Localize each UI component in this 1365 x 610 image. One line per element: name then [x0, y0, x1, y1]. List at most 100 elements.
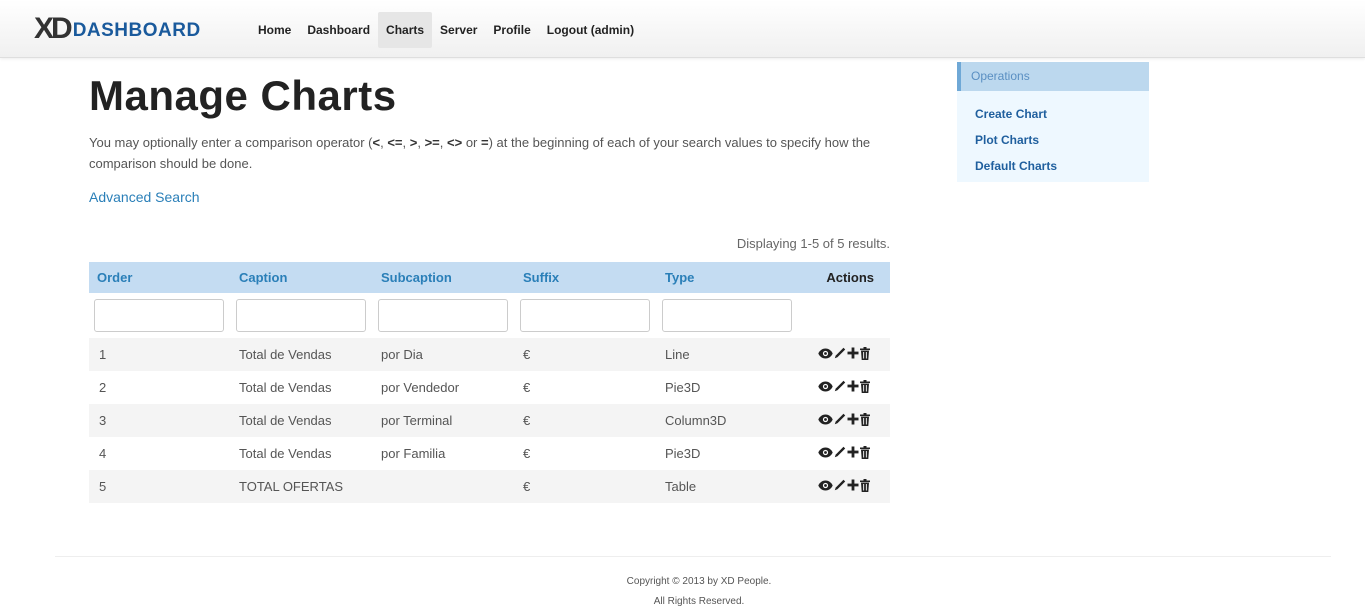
- nav-dashboard[interactable]: Dashboard: [299, 12, 378, 48]
- nav-profile[interactable]: Profile: [485, 12, 538, 48]
- cell-type: Pie3D: [657, 371, 799, 404]
- cell-type: Table: [657, 470, 799, 503]
- cell-caption: Total de Vendas: [231, 338, 373, 371]
- filter-row: [89, 293, 890, 338]
- pencil-icon[interactable]: [834, 413, 846, 428]
- cell-type: Column3D: [657, 404, 799, 437]
- trash-icon[interactable]: [860, 412, 870, 429]
- cell-caption: TOTAL OFERTAS: [231, 470, 373, 503]
- table-row: 1 Total de Vendas por Dia € Line: [89, 338, 890, 371]
- create-chart-link[interactable]: Create Chart: [975, 101, 1149, 127]
- plus-icon[interactable]: [847, 479, 859, 494]
- eye-icon[interactable]: [818, 446, 833, 461]
- page-title: Manage Charts: [89, 72, 397, 119]
- xd-logo-mark: XD: [34, 12, 73, 45]
- operator-gte: >=: [424, 135, 440, 150]
- filter-suffix-input[interactable]: [520, 298, 650, 332]
- cell-order: 3: [89, 404, 231, 437]
- top-navbar: XD DASHBOARD Home Dashboard Charts Serve…: [0, 0, 1365, 58]
- pencil-icon[interactable]: [834, 479, 846, 494]
- cell-order: 5: [89, 470, 231, 503]
- cell-order: 2: [89, 371, 231, 404]
- trash-icon[interactable]: [860, 445, 870, 462]
- cell-subcaption: por Dia: [373, 338, 515, 371]
- eye-icon[interactable]: [818, 479, 833, 494]
- table-row: 5 TOTAL OFERTAS € Table: [89, 470, 890, 503]
- table-row: 4 Total de Vendas por Familia € Pie3D: [89, 437, 890, 470]
- cell-order: 4: [89, 437, 231, 470]
- brand-logo[interactable]: XD DASHBOARD: [34, 14, 201, 44]
- brand-text: DASHBOARD: [72, 20, 201, 41]
- cell-subcaption: [373, 470, 515, 503]
- filter-cell-order: [89, 293, 231, 338]
- pencil-icon[interactable]: [834, 347, 846, 362]
- cell-actions: [799, 404, 890, 437]
- table-body: 1 Total de Vendas por Dia € Line 2 Total de Ve…: [89, 338, 890, 503]
- nav-server[interactable]: Server: [432, 12, 485, 48]
- filter-subcaption-input[interactable]: [378, 298, 508, 332]
- pencil-icon[interactable]: [834, 380, 846, 395]
- cell-caption: Total de Vendas: [231, 437, 373, 470]
- nav-charts[interactable]: Charts: [378, 12, 433, 48]
- cell-suffix: €: [515, 371, 657, 404]
- advanced-search-link[interactable]: Advanced Search: [89, 189, 200, 205]
- table-row: 2 Total de Vendas por Vendedor € Pie3D: [89, 371, 890, 404]
- filter-cell-suffix: [515, 293, 657, 338]
- cell-actions: [799, 371, 890, 404]
- operator-gt: >: [409, 135, 418, 150]
- footer-rights: All Rights Reserved.: [653, 596, 745, 607]
- cell-caption: Total de Vendas: [231, 371, 373, 404]
- filter-cell-actions: [799, 293, 890, 338]
- column-header-order[interactable]: Order: [89, 262, 231, 293]
- trash-icon[interactable]: [860, 379, 870, 396]
- eye-icon[interactable]: [818, 347, 833, 362]
- cell-suffix: €: [515, 338, 657, 371]
- column-header-type[interactable]: Type: [657, 262, 799, 293]
- eye-icon[interactable]: [818, 413, 833, 428]
- column-header-caption[interactable]: Caption: [231, 262, 373, 293]
- cell-actions: [799, 338, 890, 371]
- filter-cell-type: [657, 293, 799, 338]
- nav-logout[interactable]: Logout (admin): [539, 12, 642, 48]
- filter-caption-input[interactable]: [236, 298, 366, 332]
- cell-order: 1: [89, 338, 231, 371]
- intro-prefix: You may optionally enter a comparison op…: [89, 135, 373, 150]
- filter-type-input[interactable]: [662, 298, 792, 332]
- plus-icon[interactable]: [847, 446, 859, 461]
- operator-lt: <: [372, 135, 381, 150]
- charts-table: Order Caption Subcaption Suffix Type Act…: [89, 262, 890, 503]
- eye-icon[interactable]: [818, 380, 833, 395]
- operator-lte: <=: [387, 135, 403, 150]
- cell-actions: [799, 470, 890, 503]
- trash-icon[interactable]: [860, 346, 870, 363]
- plus-icon[interactable]: [847, 380, 859, 395]
- cell-suffix: €: [515, 470, 657, 503]
- cell-actions: [799, 437, 890, 470]
- filter-order-input[interactable]: [94, 298, 224, 332]
- cell-suffix: €: [515, 437, 657, 470]
- operations-sidebar: Operations Create Chart Plot Charts Defa…: [957, 62, 1149, 182]
- cell-subcaption: por Familia: [373, 437, 515, 470]
- plot-charts-link[interactable]: Plot Charts: [975, 127, 1149, 153]
- cell-type: Line: [657, 338, 799, 371]
- plus-icon[interactable]: [847, 413, 859, 428]
- column-header-suffix[interactable]: Suffix: [515, 262, 657, 293]
- table-header-row: Order Caption Subcaption Suffix Type Act…: [89, 262, 890, 293]
- column-header-actions: Actions: [799, 262, 890, 293]
- sidebar-header: Operations: [957, 62, 1149, 91]
- nav-home[interactable]: Home: [250, 12, 299, 48]
- main-nav: Home Dashboard Charts Server Profile Log…: [250, 12, 642, 48]
- plus-icon[interactable]: [847, 347, 859, 362]
- operator-ne: <>: [447, 135, 463, 150]
- footer-copyright: Copyright © 2013 by XD People.: [626, 576, 772, 587]
- pencil-icon[interactable]: [834, 446, 846, 461]
- column-header-subcaption[interactable]: Subcaption: [373, 262, 515, 293]
- sidebar-links: Create Chart Plot Charts Default Charts: [957, 91, 1149, 179]
- filter-cell-subcaption: [373, 293, 515, 338]
- cell-caption: Total de Vendas: [231, 404, 373, 437]
- trash-icon[interactable]: [860, 478, 870, 495]
- table-row: 3 Total de Vendas por Terminal € Column3D: [89, 404, 890, 437]
- cell-type: Pie3D: [657, 437, 799, 470]
- footer: Copyright © 2013 by XD People. All Right…: [0, 572, 1365, 610]
- default-charts-link[interactable]: Default Charts: [975, 153, 1149, 179]
